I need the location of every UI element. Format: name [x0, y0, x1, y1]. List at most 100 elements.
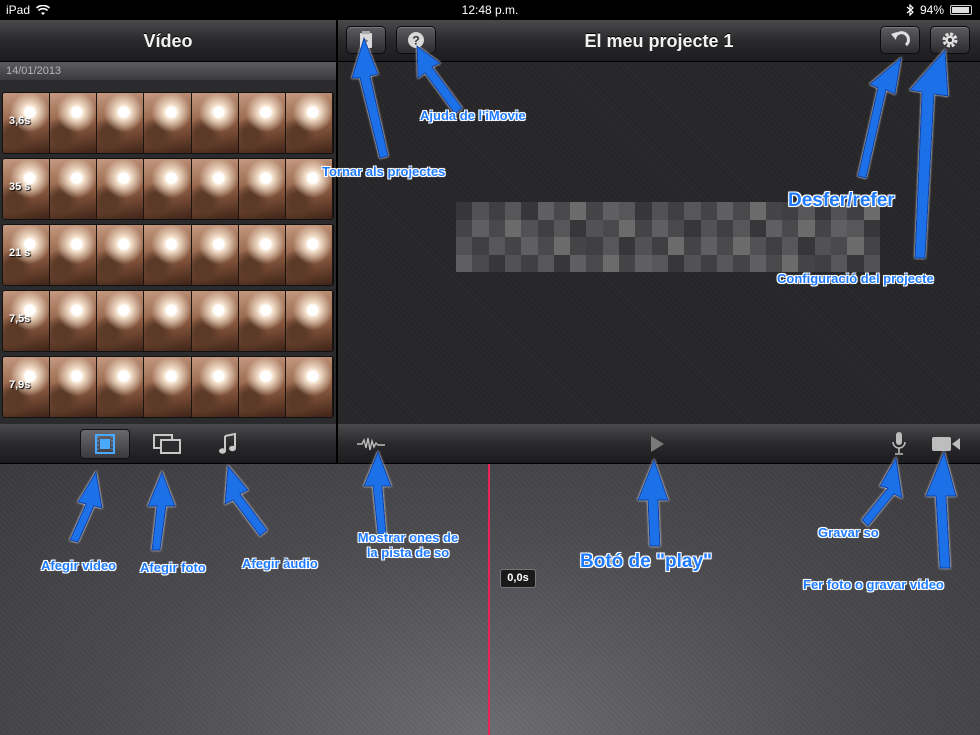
pixel-cell [504, 254, 522, 272]
clip-frame-thumbnail [50, 159, 98, 219]
waveform-toggle-button[interactable] [346, 429, 396, 459]
annotation-record-audio: Gravar so [818, 525, 879, 540]
pixel-cell [651, 219, 668, 237]
pixel-cell [814, 237, 832, 255]
pixel-cell [521, 237, 538, 255]
project-settings-button[interactable] [930, 26, 970, 54]
video-camera-icon [932, 437, 960, 451]
clip-frame-thumbnail [285, 225, 333, 285]
clip-row[interactable]: 7,5s [2, 290, 334, 352]
pixel-cell [831, 237, 848, 255]
pixel-cell [765, 254, 783, 272]
pixel-cell [570, 202, 587, 220]
clip-frame-thumbnail [50, 291, 98, 351]
pixel-cell [635, 237, 652, 255]
play-button[interactable] [632, 429, 682, 459]
clip-frame-thumbnail [97, 357, 145, 417]
pixel-cell [456, 219, 473, 237]
pixel-cell [782, 237, 799, 255]
gear-icon [942, 32, 958, 48]
pixel-cell [733, 237, 750, 255]
pixel-cell [667, 202, 685, 220]
pixel-cell [521, 202, 538, 220]
clip-frame-thumbnail [144, 291, 192, 351]
pixel-cell [765, 237, 783, 255]
clip-frame-thumbnail [191, 291, 239, 351]
pixel-cell [456, 202, 473, 220]
undo-button[interactable] [880, 26, 920, 54]
annotation-waveform: Mostrar ones de la pista de so [344, 530, 472, 560]
project-title-bar: ? El meu projecte 1 [338, 20, 980, 62]
pixel-cell [651, 254, 668, 272]
pixel-cell [831, 219, 848, 237]
pixel-cell [782, 254, 799, 272]
clip-duration: 35 s [9, 181, 31, 193]
pixel-cell [716, 202, 734, 220]
pixel-cell [537, 237, 554, 255]
clip-frame-thumbnail [97, 159, 145, 219]
annotation-add-audio: Afegir àudio [242, 556, 318, 571]
pixel-cell [570, 237, 587, 255]
timeline[interactable]: 0,0s [0, 464, 980, 735]
clip-frame-thumbnail [191, 159, 239, 219]
pixel-cell [472, 254, 489, 272]
pixel-cell [504, 237, 522, 255]
pixel-cell [504, 219, 522, 237]
clip-frame-thumbnail [238, 159, 286, 219]
clip-row[interactable]: 7,9s [2, 356, 334, 418]
pixel-cell [700, 237, 717, 255]
pixel-cell [619, 202, 636, 220]
pixel-cell [553, 202, 571, 220]
pixel-cell [700, 202, 717, 220]
blurred-video-placeholder [456, 202, 880, 272]
clip-row[interactable]: 21 s [2, 224, 334, 286]
playback-bar [338, 424, 980, 464]
play-icon [651, 436, 664, 452]
pixel-cell [570, 254, 587, 272]
pixel-cell [684, 254, 701, 272]
clip-frame-thumbnail [97, 93, 145, 153]
clip-row[interactable]: 3,6s [2, 92, 334, 154]
pixel-cell [651, 237, 668, 255]
clip-frame-thumbnail [144, 357, 192, 417]
clip-frame-thumbnail [191, 93, 239, 153]
pixel-cell [570, 219, 587, 237]
pixel-cell [667, 254, 685, 272]
pixel-cell [814, 254, 832, 272]
pixel-cell [716, 254, 734, 272]
pixel-cell [831, 254, 848, 272]
pixel-cell [798, 237, 815, 255]
camera-button[interactable] [921, 429, 971, 459]
playhead[interactable] [488, 464, 490, 735]
clip-frame-thumbnail [50, 357, 98, 417]
pixel-cell [733, 254, 750, 272]
clip-frame-thumbnail [50, 225, 98, 285]
pixel-cell [765, 202, 783, 220]
clip-duration: 21 s [9, 247, 31, 259]
pixel-cell [456, 254, 473, 272]
timeline-texture [0, 464, 980, 735]
annotation-settings: Configuració del projecte [777, 271, 934, 286]
pixel-cell [586, 219, 603, 237]
photos-icon [153, 434, 181, 454]
pixel-cell [716, 237, 734, 255]
pixel-cell [602, 237, 620, 255]
pixel-cell [749, 219, 766, 237]
pixel-cell [586, 254, 603, 272]
audio-tab-button[interactable] [203, 429, 253, 459]
clip-row[interactable]: 35 s [2, 158, 334, 220]
video-tab-button[interactable] [80, 429, 130, 459]
pixel-cell [684, 237, 701, 255]
pixel-cell [667, 219, 685, 237]
pixel-cell [863, 237, 880, 255]
clip-duration: 3,6s [9, 115, 31, 127]
clip-frame-thumbnail [144, 93, 192, 153]
pixel-cell [847, 219, 864, 237]
record-audio-button[interactable] [874, 429, 924, 459]
pixel-cell [472, 202, 489, 220]
status-right: 94% [906, 3, 972, 17]
clip-frame-thumbnail [285, 93, 333, 153]
pixel-cell [863, 254, 880, 272]
photo-tab-button[interactable] [142, 429, 192, 459]
annotation-play: Botó de "play" [580, 551, 713, 572]
